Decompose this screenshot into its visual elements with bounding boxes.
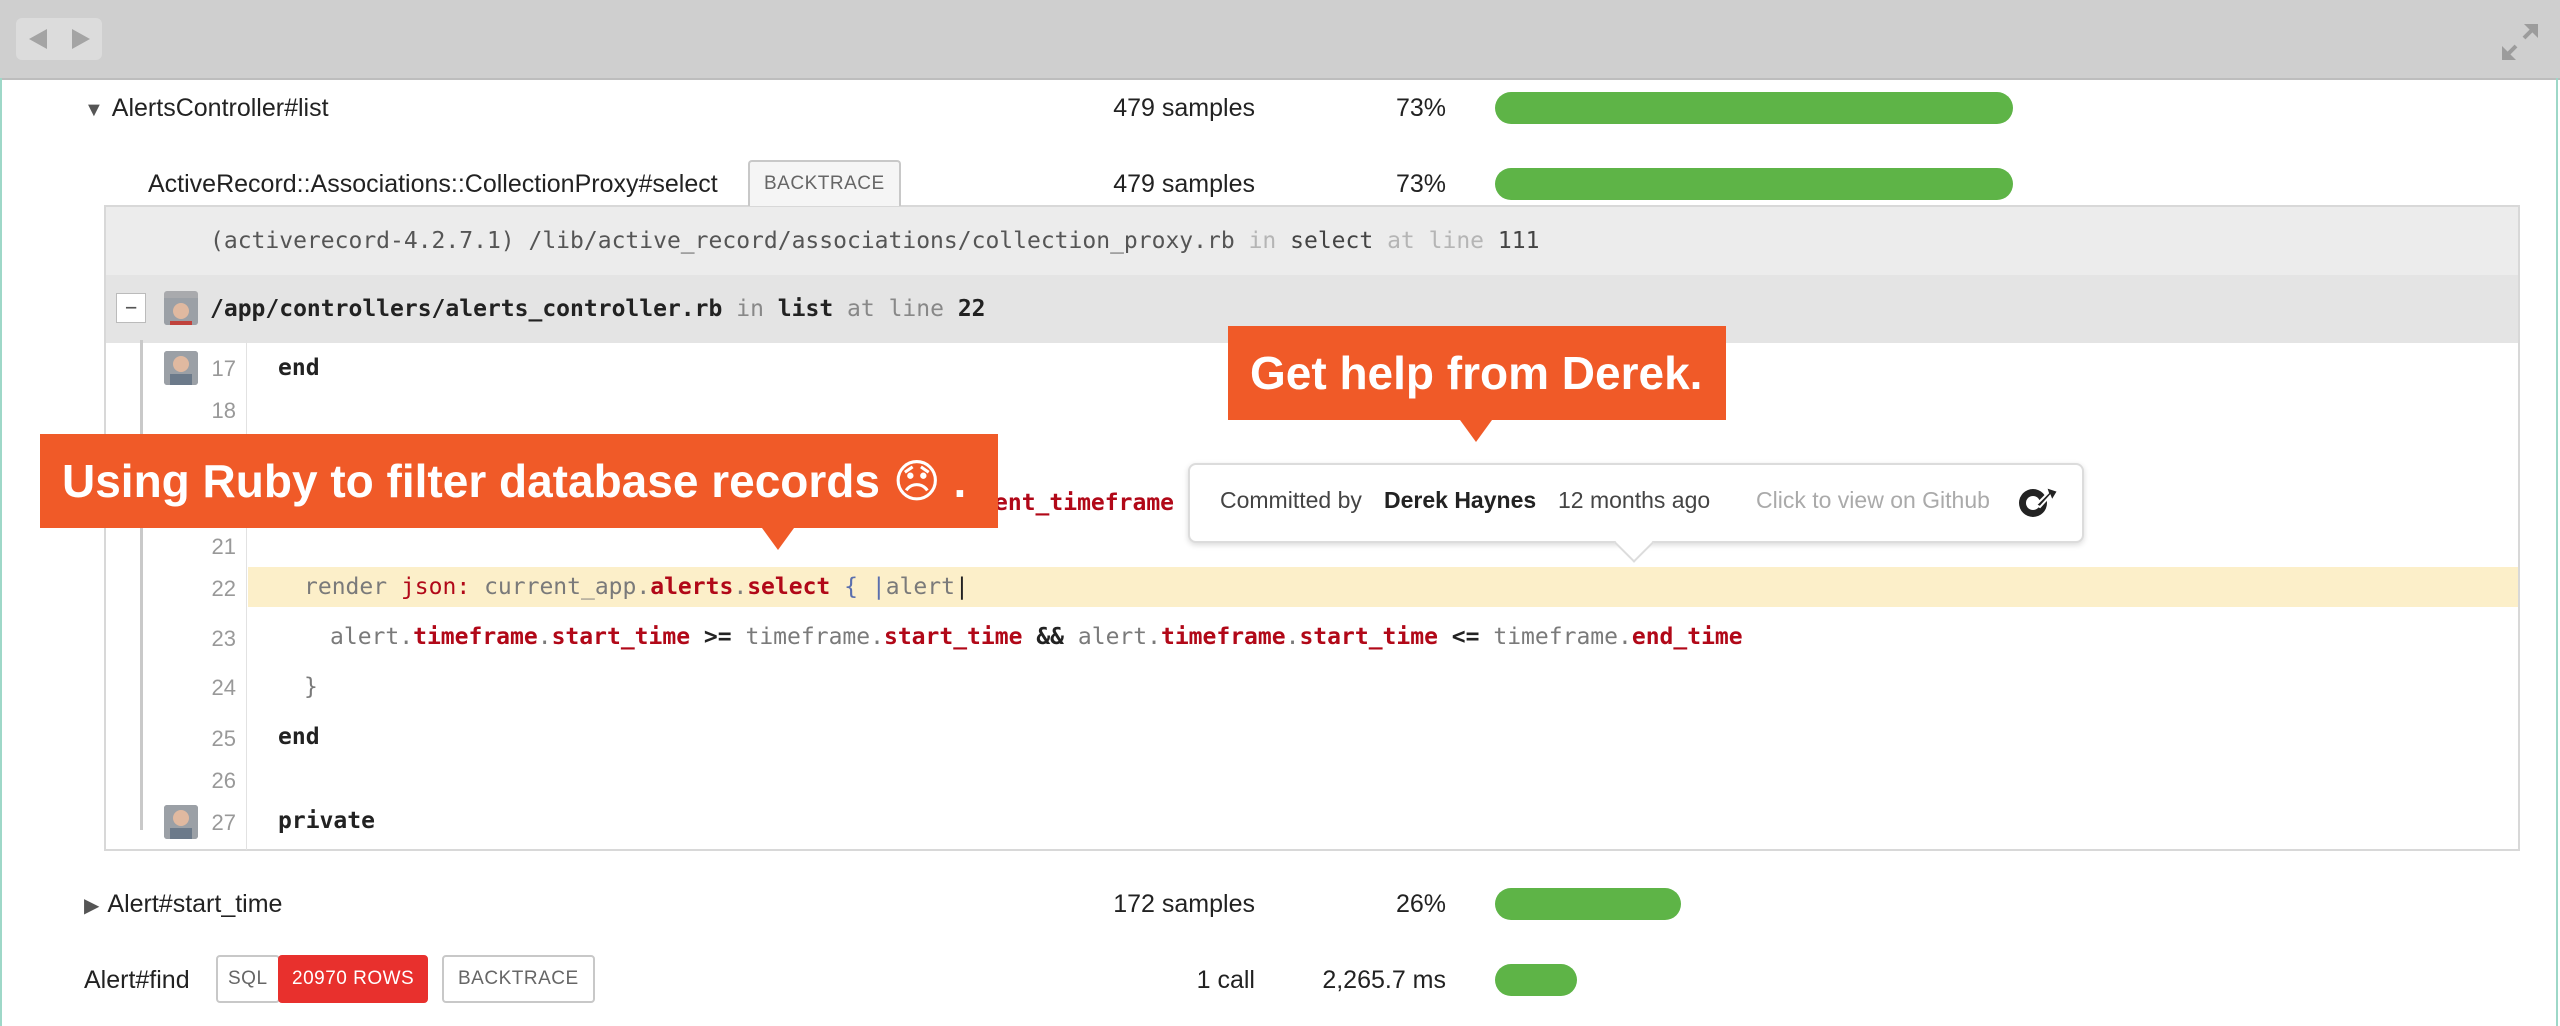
commit-author: Derek Haynes [1384,487,1537,513]
rows-badge[interactable]: 20970 ROWS [278,955,429,1003]
sql-tag[interactable]: SQL [216,955,280,1003]
toolbar [0,0,2560,80]
backtrace-button[interactable]: BACKTRACE [442,955,595,1003]
commit-tooltip[interactable]: Committed by Derek Haynes 12 months ago … [1188,463,2084,543]
expand-button[interactable] [2500,22,2540,62]
code-line: private [278,808,375,834]
trace-row[interactable]: ▶ Alert#start_time 172 samples 26% [0,884,2560,924]
row-samples: 479 samples [1113,170,1255,198]
caret-right-icon[interactable]: ▶ [84,893,99,918]
backtrace-tab[interactable]: BACKTRACE [748,160,901,206]
trace-row[interactable]: ▼ AlertsController#list 479 samples 73% [0,88,2560,128]
expand-icon [2502,24,2538,60]
row-name[interactable]: Alert#find [84,966,190,995]
row-percent: 73% [1395,94,1446,122]
arrow-left-icon [28,29,47,49]
github-share-icon[interactable] [2016,481,2060,521]
arrow-right-icon [71,29,90,49]
back-button[interactable] [16,18,59,60]
forward-button[interactable] [59,18,102,60]
callout-help-derek: Get help from Derek. [1228,326,1726,442]
code-line: alert.timeframe.start_time >= timeframe.… [330,624,1743,650]
backtrace-gem-line[interactable]: (activerecord-4.2.7.1) /lib/active_recor… [106,207,2518,275]
row-calls: 1 call [1196,966,1255,994]
progress-bar [1495,92,2013,124]
progress-bar [1495,168,2013,200]
row-samples: 479 samples [1113,94,1255,122]
code-line: end [278,724,320,750]
row-name[interactable]: ActiveRecord::Associations::CollectionPr… [148,170,718,199]
avatar [164,291,198,325]
row-percent: 73% [1395,170,1446,198]
row-name[interactable]: ▶ Alert#start_time [84,890,282,919]
trace-row[interactable]: ActiveRecord::Associations::CollectionPr… [0,164,2560,204]
progress-bar [1495,888,1681,920]
row-percent: 26% [1395,890,1446,918]
callout-ruby-filter: Using Ruby to filter database records 😞 … [40,434,998,550]
row-samples: 172 samples [1113,890,1255,918]
line-number: 18 [211,398,236,423]
line-number: 26 [211,768,236,793]
code-line: } [304,674,318,700]
line-number: 21 [211,534,236,559]
github-link[interactable]: Click to view on Github [1756,487,1990,514]
row-time: 2,265.7 ms [1322,966,1446,994]
caret-down-icon[interactable]: ▼ [84,99,104,122]
progress-bar [1495,964,1577,996]
row-name[interactable]: ▼ AlertsController#list [84,94,329,123]
code-line: render json: current_app.alerts.select {… [304,574,969,600]
collapse-button[interactable]: − [116,293,146,323]
nav-buttons [16,18,102,60]
